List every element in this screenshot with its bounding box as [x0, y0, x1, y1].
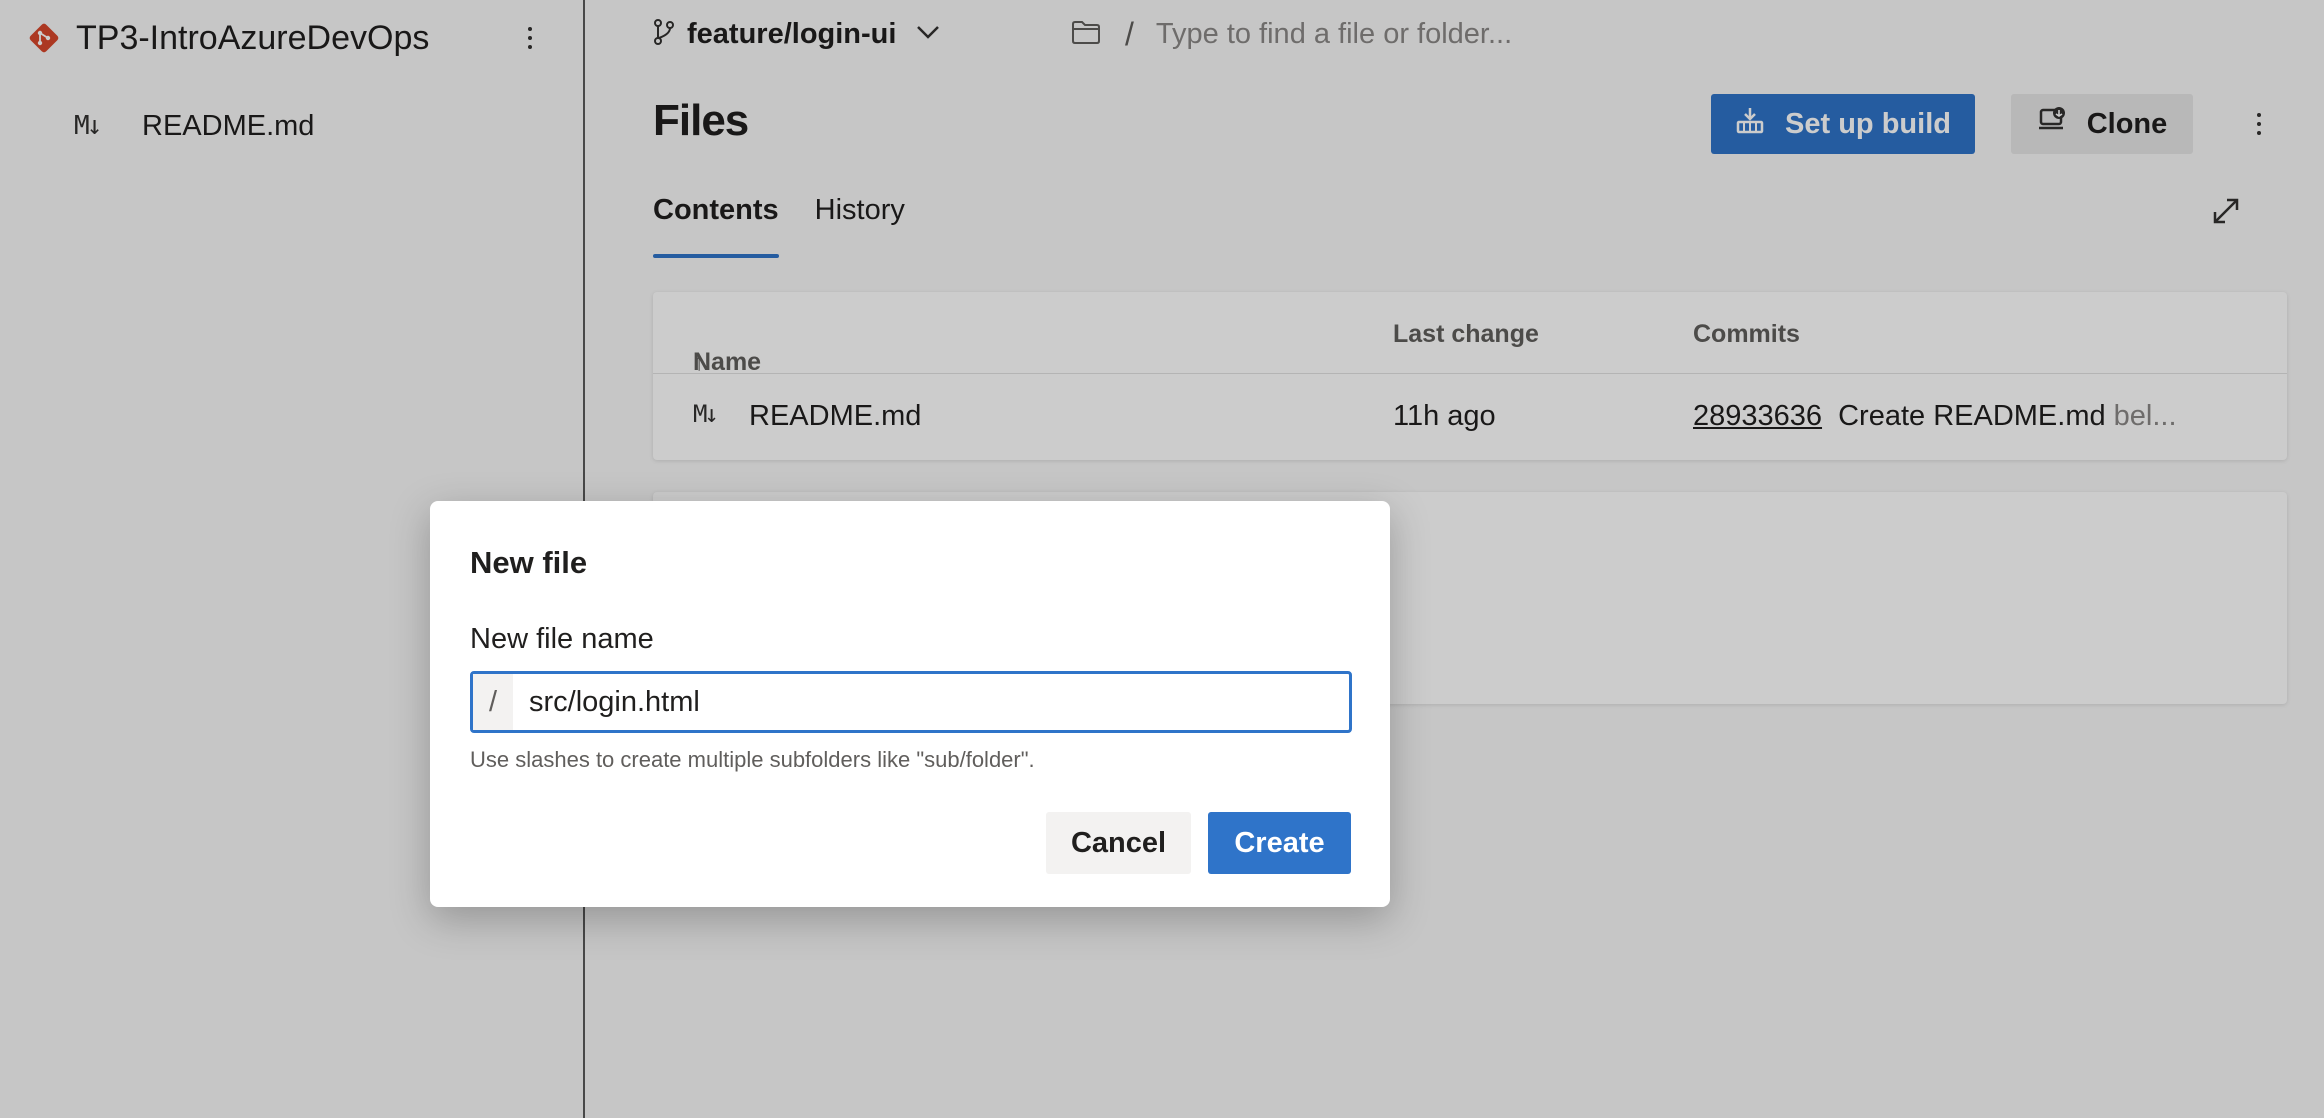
new-file-dialog: New file New file name / Use slashes to …: [430, 501, 1390, 907]
dialog-title: New file: [470, 545, 588, 580]
path-prefix: /: [473, 674, 513, 730]
new-file-name-label: New file name: [470, 623, 654, 655]
new-file-name-input[interactable]: [513, 674, 1349, 730]
create-button[interactable]: Create: [1208, 812, 1351, 874]
help-text: Use slashes to create multiple subfolder…: [470, 747, 1035, 772]
new-file-name-field: /: [470, 671, 1352, 733]
cancel-button[interactable]: Cancel: [1046, 812, 1191, 874]
